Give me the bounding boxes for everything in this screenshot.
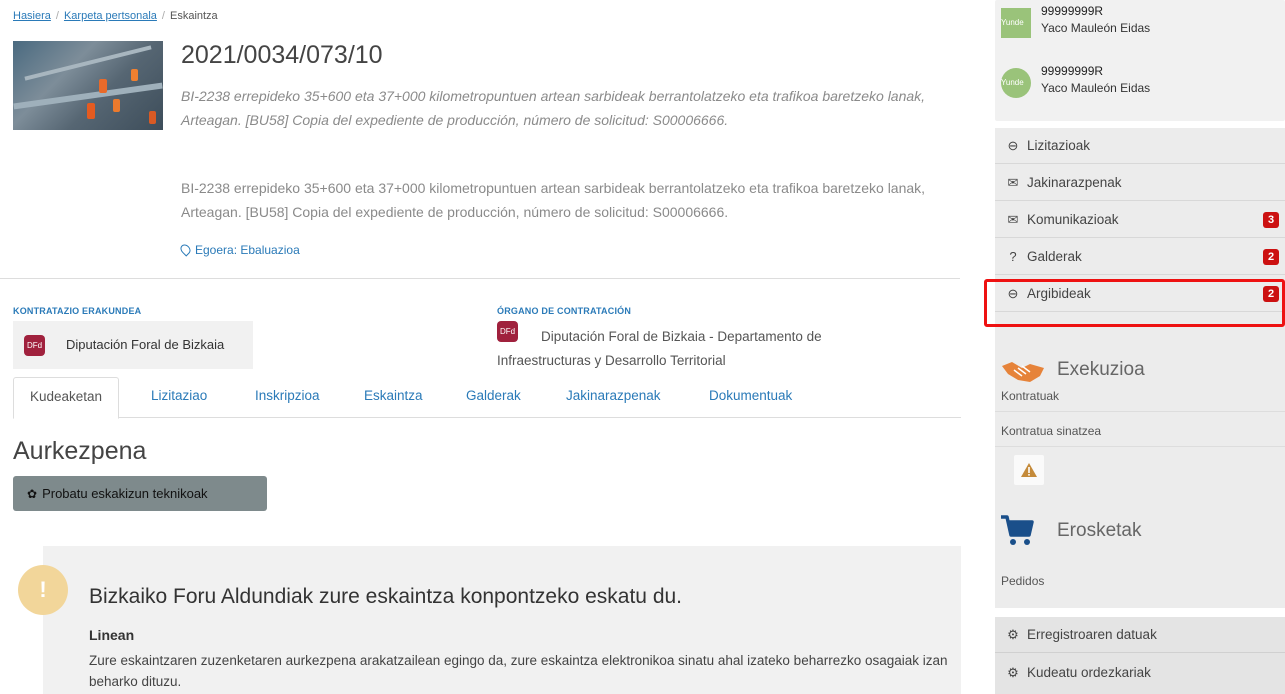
- section-title: Aurkezpena: [13, 437, 147, 465]
- test-technical-requirements-button[interactable]: ✿ Probatu eskakizun teknikoak: [13, 476, 267, 511]
- exclamation-icon: !: [18, 565, 68, 615]
- alert-subtitle: Linean: [89, 627, 135, 643]
- count-badge: 2: [1263, 249, 1279, 265]
- purchases-title: Erosketak: [1057, 520, 1142, 541]
- user-entry[interactable]: Yunde 99999999R Yaco Mauleón Eidas: [1001, 62, 1281, 102]
- menu-item-kudeatu-ordezkariak[interactable]: ⚙ Kudeatu ordezkariak: [995, 655, 1285, 691]
- tab-dokumentuak[interactable]: Dokumentuak: [693, 377, 808, 418]
- dfd-logo-icon: DFd: [24, 335, 45, 356]
- envelope-icon: ✉: [1007, 175, 1019, 190]
- user-name: Yaco Mauleón Eidas: [1041, 81, 1151, 95]
- breadcrumb: Hasiera / Karpeta pertsonala / Eskaintza: [13, 10, 218, 22]
- user-panel: Yunde 99999999R Yaco Mauleón Eidas Yunde…: [995, 0, 1285, 121]
- tab-jakinarazpenak[interactable]: Jakinarazpenak: [550, 377, 677, 418]
- menu-item-galderak[interactable]: ? Galderak 2: [995, 239, 1285, 275]
- divider: [0, 278, 960, 279]
- breadcrumb-folder-link[interactable]: Karpeta pertsonala: [64, 10, 157, 22]
- menu-item-label: Galderak: [1027, 249, 1082, 264]
- purchases-header: Erosketak: [995, 509, 1285, 553]
- menu-item-label: Erregistroaren datuak: [1027, 627, 1157, 642]
- contracting-entity: DFd Diputación Foral de Bizkaia: [13, 321, 253, 369]
- menu-item-label: Lizitazioak: [1027, 138, 1091, 153]
- test-technical-requirements-label: Probatu eskakizun teknikoak: [42, 486, 208, 501]
- inbox-icon: ⊖: [1007, 138, 1019, 153]
- gear-icon: ✿: [27, 487, 38, 501]
- tab-bar: Kudeaketan Lizitaziao Inskripzioa Eskain…: [13, 377, 961, 419]
- menu-item-label: Komunikazioak: [1027, 212, 1119, 227]
- user-id: 99999999R: [1041, 4, 1104, 18]
- warning-button[interactable]: [1014, 455, 1044, 485]
- menu-item-erregistroaren-datuak[interactable]: ⚙ Erregistroaren datuak: [995, 617, 1285, 653]
- tab-kudeaketan[interactable]: Kudeaketan: [13, 377, 120, 419]
- menu-item-kontratuak[interactable]: Kontratuak: [995, 380, 1285, 412]
- contracting-label: KONTRATAZIO ERAKUNDEA: [13, 306, 142, 316]
- registry-panel: ⚙ Erregistroaren datuak ⚙ Kudeatu ordezkar…: [995, 617, 1285, 694]
- gear-icon: ⚙: [1007, 665, 1019, 680]
- tender-description: BI-2238 errepideko 35+600 eta 37+000 kil…: [181, 180, 926, 220]
- menu-item-kontratua-sinatzea[interactable]: Kontratua sinatzea: [995, 415, 1285, 447]
- tender-thumbnail: [13, 41, 163, 130]
- menu-item-lizitazioak[interactable]: ⊖ Lizitazioak: [995, 128, 1285, 164]
- execution-panel: Exekuzioa Kontratuak Kontratua sinatzea …: [995, 350, 1285, 608]
- menu-item-pedidos[interactable]: Pedidos: [995, 565, 1285, 597]
- tab-inskripzioa[interactable]: Inskripzioa: [239, 377, 336, 418]
- shopping-cart-icon: [1001, 515, 1034, 545]
- organ-label: ÓRGANO DE CONTRATACIÓN: [497, 306, 632, 316]
- highlight-box: [984, 279, 1285, 327]
- question-icon: ?: [1009, 249, 1017, 264]
- tab-galderak[interactable]: Galderak: [450, 377, 537, 418]
- warning-icon: [1021, 463, 1037, 477]
- menu-item-jakinarazpenak[interactable]: ✉ Jakinarazpenak: [995, 165, 1285, 201]
- tab-lizitaziao[interactable]: Lizitaziao: [135, 377, 223, 418]
- alert-title: Bizkaiko Foru Aldundiak zure eskaintza k…: [89, 585, 683, 608]
- expedient-number: 2021/0034/073/10: [181, 41, 383, 69]
- location-pin-icon: [178, 242, 193, 257]
- organ-name: Diputación Foral de Bizkaia - Departamen…: [497, 329, 822, 368]
- alert-body: Zure eskaintzaren zuzenketaren aurkezpen…: [89, 653, 948, 689]
- avatar: Yunde: [1001, 68, 1031, 98]
- avatar: Yunde: [1001, 8, 1031, 38]
- tender-description-italic: BI-2238 errepideko 35+600 eta 37+000 kil…: [181, 88, 926, 128]
- breadcrumb-current: Eskaintza: [169, 10, 218, 22]
- menu-item-komunikazioak[interactable]: ✉ Komunikazioak 3: [995, 202, 1285, 238]
- user-name: Yaco Mauleón Eidas: [1041, 21, 1151, 35]
- tab-eskaintza[interactable]: Eskaintza: [348, 377, 439, 418]
- count-badge: 3: [1263, 212, 1279, 228]
- status-text: Egoera: Ebaluazioa: [195, 243, 300, 257]
- breadcrumb-home-link[interactable]: Hasiera: [13, 10, 51, 22]
- envelope-icon: ✉: [1007, 212, 1019, 227]
- menu-item-label: Kudeatu ordezkariak: [1027, 665, 1151, 680]
- contracting-entity-name: Diputación Foral de Bizkaia: [66, 337, 225, 352]
- execution-title: Exekuzioa: [1057, 359, 1145, 380]
- user-entry[interactable]: Yunde 99999999R Yaco Mauleón Eidas: [1001, 2, 1281, 42]
- gear-icon: ⚙: [1007, 627, 1019, 642]
- user-id: 99999999R: [1041, 64, 1104, 78]
- status-link[interactable]: Egoera: Ebaluazioa: [178, 242, 300, 257]
- menu-item-label: Jakinarazpenak: [1027, 175, 1122, 190]
